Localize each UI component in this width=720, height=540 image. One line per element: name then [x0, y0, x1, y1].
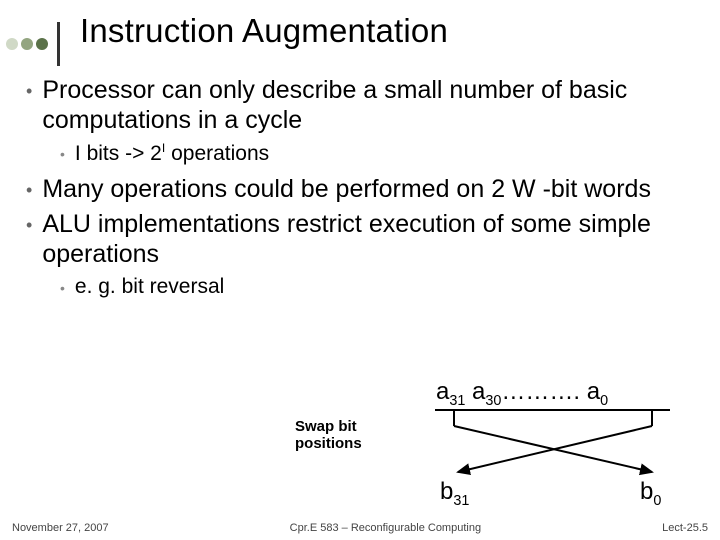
top-bits-label: a31 a30………. a0 [436, 378, 608, 409]
vertical-bar-icon [57, 22, 60, 66]
bullet-text: e. g. bit reversal [75, 275, 706, 300]
bullet-icon: • [60, 146, 65, 167]
slide-title: Instruction Augmentation [80, 12, 448, 50]
bullet-icon: • [26, 81, 32, 135]
sym: a [436, 378, 449, 405]
slide-footer: November 27, 2007 Cpr.E 583 – Reconfigur… [0, 522, 720, 534]
subscript: 0 [653, 493, 661, 509]
footer-date: November 27, 2007 [12, 522, 109, 534]
text-line: Swap bit [295, 418, 357, 435]
dot-icon [36, 38, 48, 50]
footer-lecture: Lect-25.5 [662, 522, 708, 534]
arrows-svg [420, 406, 700, 484]
slide-content: • Processor can only describe a small nu… [26, 76, 706, 308]
text-fragment: operations [165, 142, 269, 165]
footer-course: Cpr.E 583 – Reconfigurable Computing [290, 522, 481, 534]
bit-reversal-diagram: Swap bit positions a31 a30………. a0 b31 b0 [0, 378, 720, 518]
dot-icon [6, 38, 18, 50]
bullet-icon: • [26, 215, 32, 269]
bullet-level2: • I bits -> 2I operations [60, 141, 706, 167]
slide: Instruction Augmentation • Processor can… [0, 0, 720, 540]
bullet-level2: • e. g. bit reversal [60, 275, 706, 300]
text-fragment: I bits -> 2 [75, 142, 162, 165]
bullet-icon: • [60, 280, 65, 300]
dot-icon [21, 38, 33, 50]
title-decoration [6, 22, 60, 66]
bullet-text: ALU implementations restrict execution o… [42, 210, 706, 269]
swap-label: Swap bit positions [295, 418, 362, 453]
bullet-level1: • Many operations could be performed on … [26, 175, 706, 205]
bullet-text: Processor can only describe a small numb… [42, 76, 706, 135]
subscript: 31 [453, 493, 469, 509]
bullet-level1: • Processor can only describe a small nu… [26, 76, 706, 135]
bullet-level1: • ALU implementations restrict execution… [26, 210, 706, 269]
bullet-text: I bits -> 2I operations [75, 141, 706, 167]
text-line: positions [295, 435, 362, 452]
bullet-text: Many operations could be performed on 2 … [42, 175, 706, 205]
dots: ………. a [501, 378, 600, 405]
sym: a [465, 378, 485, 405]
bullet-icon: • [26, 180, 32, 205]
